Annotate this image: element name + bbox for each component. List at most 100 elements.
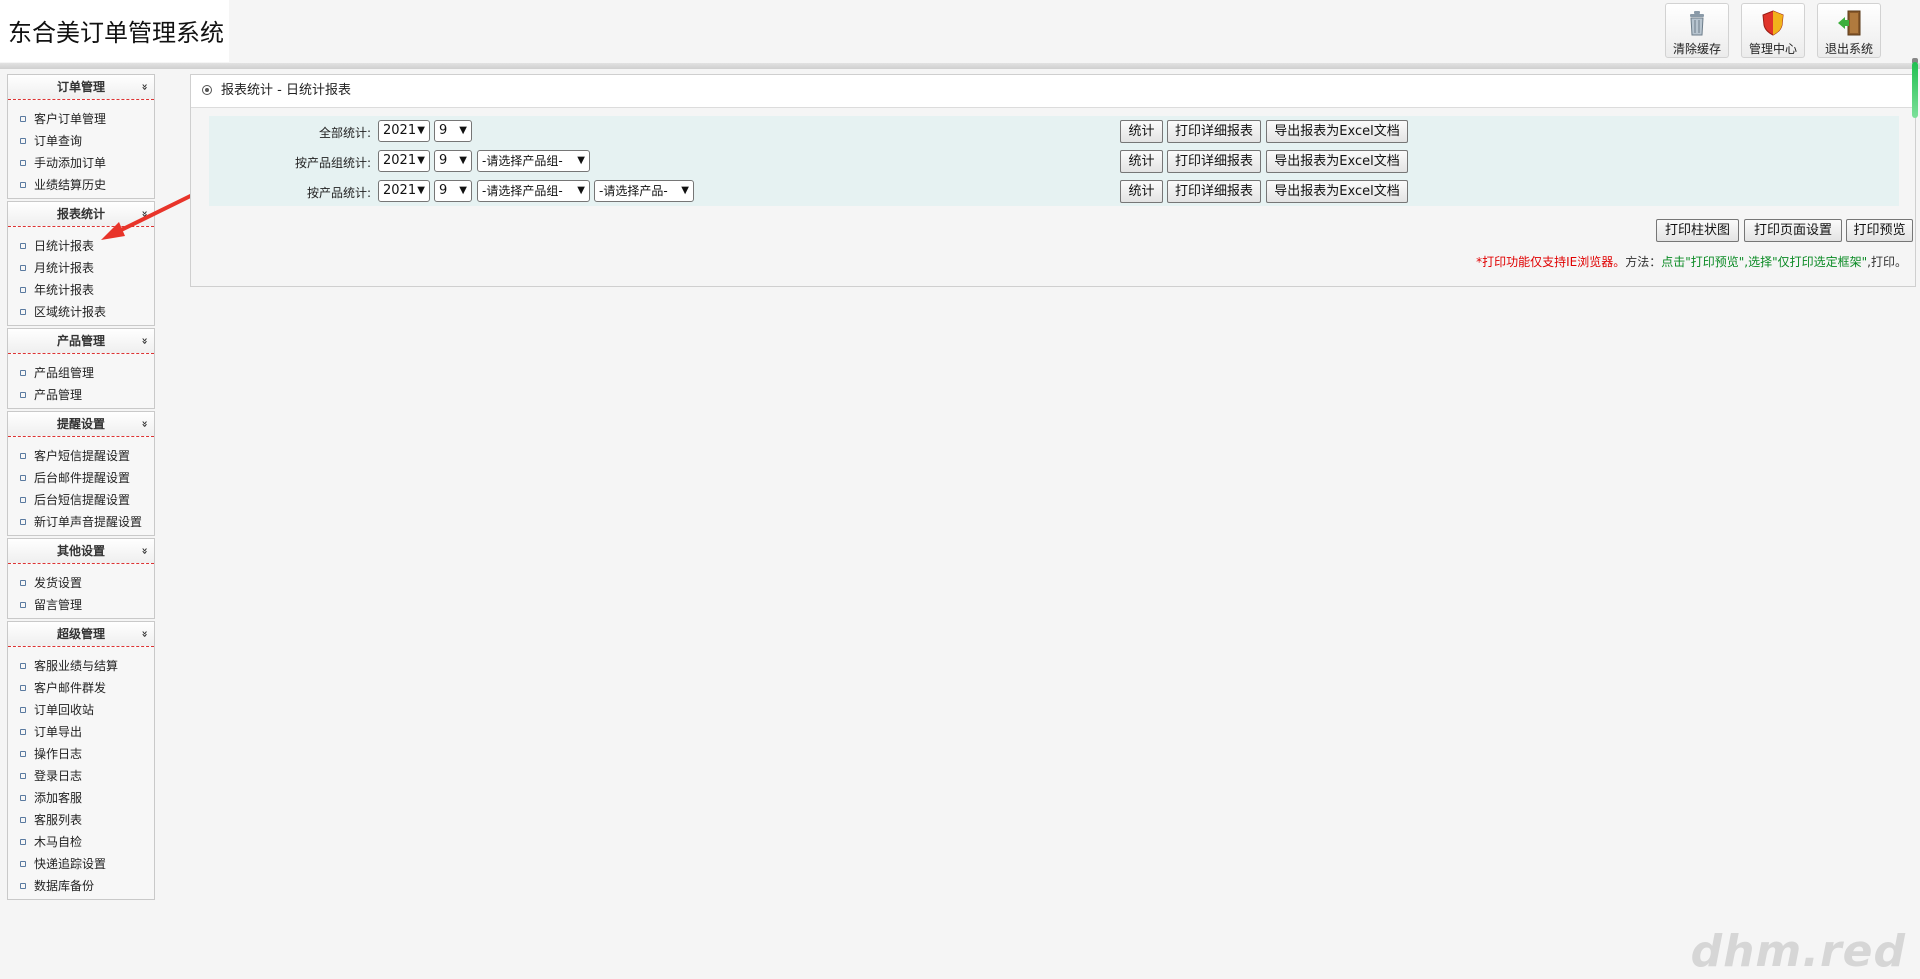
note-instruction: 点击"打印预览",选择"仅打印选定框架" <box>1661 255 1868 269</box>
menu-head-reminders[interactable]: 提醒设置 » <box>8 412 154 437</box>
bullet-icon <box>20 453 26 459</box>
month-select[interactable]: 9 ▼ <box>434 180 472 202</box>
radio-icon <box>202 85 212 95</box>
export-excel-button[interactable]: 导出报表为Excel文档 <box>1266 150 1408 173</box>
menu-group-super-admin: 超级管理 » 客服业绩与结算 客户邮件群发 订单回收站 订单导出 操作日志 登录… <box>7 621 155 900</box>
sidebar-item-login-log[interactable]: 登录日志 <box>8 765 154 787</box>
sidebar-item-sound-reminder[interactable]: 新订单声音提醒设置 <box>8 511 154 533</box>
chevron-down-icon: » <box>138 337 152 345</box>
export-excel-button[interactable]: 导出报表为Excel文档 <box>1266 120 1408 143</box>
print-detail-button[interactable]: 打印详细报表 <box>1167 120 1261 143</box>
sidebar-item-customer-orders[interactable]: 客户订单管理 <box>8 108 154 130</box>
logout-button[interactable]: 退出系统 <box>1817 3 1881 58</box>
chevron-down-icon: » <box>138 83 152 91</box>
sidebar-item-order-query[interactable]: 订单查询 <box>8 130 154 152</box>
menu-head-other[interactable]: 其他设置 » <box>8 539 154 564</box>
row-label: 按产品组统计: <box>294 156 371 170</box>
menu-head-label: 产品管理 <box>56 334 105 348</box>
menu-head-label: 订单管理 <box>56 80 105 94</box>
bullet-icon <box>20 138 26 144</box>
chevron-down-icon: ▼ <box>459 185 467 196</box>
sidebar-item-yearly-report[interactable]: 年统计报表 <box>8 279 154 301</box>
trash-can-icon <box>1690 11 1704 36</box>
sidebar-item-staff-list[interactable]: 客服列表 <box>8 809 154 831</box>
bullet-icon <box>20 663 26 669</box>
scrollbar-thumb[interactable] <box>1912 62 1918 118</box>
sidebar-item-staff-performance[interactable]: 客服业绩与结算 <box>8 655 154 677</box>
panel-title-bar: 报表统计 - 日统计报表 <box>191 75 1915 108</box>
note-method: 方法： <box>1625 255 1662 269</box>
print-detail-button[interactable]: 打印详细报表 <box>1167 180 1261 203</box>
chevron-down-icon: ▼ <box>681 185 689 196</box>
bullet-icon <box>20 116 26 122</box>
chevron-down-icon: ▼ <box>417 125 425 136</box>
bullet-icon <box>20 685 26 691</box>
print-preview-button[interactable]: 打印预览 <box>1846 219 1913 242</box>
sidebar-item-add-staff[interactable]: 添加客服 <box>8 787 154 809</box>
note-end: ,打印。 <box>1867 255 1907 269</box>
bullet-icon <box>20 839 26 845</box>
chevron-down-icon: ▼ <box>577 185 585 196</box>
sidebar-item-products[interactable]: 产品管理 <box>8 384 154 406</box>
year-select[interactable]: 2021 ▼ <box>378 150 430 172</box>
bullet-icon <box>20 287 26 293</box>
bullet-icon <box>20 707 26 713</box>
header: 东合美订单管理系统 清除缓存 管理中心 退出系统 <box>0 0 1920 62</box>
menu-head-label: 其他设置 <box>56 544 105 558</box>
header-divider <box>0 63 1920 69</box>
sidebar-item-monthly-report[interactable]: 月统计报表 <box>8 257 154 279</box>
sidebar-item-email-reminder[interactable]: 后台邮件提醒设置 <box>8 467 154 489</box>
menu-head-super-admin[interactable]: 超级管理 » <box>8 622 154 647</box>
export-excel-button[interactable]: 导出报表为Excel文档 <box>1266 180 1408 203</box>
bullet-icon <box>20 729 26 735</box>
stat-button[interactable]: 统计 <box>1120 120 1163 143</box>
sidebar-item-shipping-settings[interactable]: 发货设置 <box>8 572 154 594</box>
product-group-select[interactable]: -请选择产品组- ▼ <box>477 150 590 172</box>
print-detail-button[interactable]: 打印详细报表 <box>1167 150 1261 173</box>
stat-button[interactable]: 统计 <box>1120 180 1163 203</box>
sidebar-item-sms-reminder[interactable]: 客户短信提醒设置 <box>8 445 154 467</box>
admin-center-button[interactable]: 管理中心 <box>1741 3 1805 58</box>
sidebar-item-order-export[interactable]: 订单导出 <box>8 721 154 743</box>
sidebar-item-add-order[interactable]: 手动添加订单 <box>8 152 154 174</box>
sidebar-item-database-backup[interactable]: 数据库备份 <box>8 875 154 897</box>
bullet-icon <box>20 182 26 188</box>
bullet-icon <box>20 160 26 166</box>
month-select[interactable]: 9 ▼ <box>434 150 472 172</box>
bullet-icon <box>20 370 26 376</box>
sidebar-item-mass-email[interactable]: 客户邮件群发 <box>8 677 154 699</box>
report-panel: 报表统计 - 日统计报表 全部统计: 2021 ▼ 9 ▼ 统计 打印详细报表 导出… <box>190 74 1916 287</box>
menu-head-orders[interactable]: 订单管理 » <box>8 75 154 100</box>
watermark: dhm.red <box>1690 926 1906 977</box>
year-select[interactable]: 2021 ▼ <box>378 180 430 202</box>
sidebar-item-regional-report[interactable]: 区域统计报表 <box>8 301 154 323</box>
page-title: 报表统计 - 日统计报表 <box>221 83 351 98</box>
sidebar-item-tracking-settings[interactable]: 快递追踪设置 <box>8 853 154 875</box>
sidebar-item-operation-log[interactable]: 操作日志 <box>8 743 154 765</box>
bullet-icon <box>20 773 26 779</box>
sidebar-item-trojan-check[interactable]: 木马自检 <box>8 831 154 853</box>
stat-row-product-group: 按产品组统计: 2021 ▼ 9 ▼ -请选择产品组- ▼ 统计 打印详细报表 导出报… <box>209 148 1899 174</box>
bullet-icon <box>20 861 26 867</box>
sidebar-item-messages[interactable]: 留言管理 <box>8 594 154 616</box>
product-group-select[interactable]: -请选择产品组- ▼ <box>477 180 590 202</box>
bullet-icon <box>20 883 26 889</box>
month-select[interactable]: 9 ▼ <box>434 120 472 142</box>
sidebar-item-order-recycle-bin[interactable]: 订单回收站 <box>8 699 154 721</box>
bullet-icon <box>20 817 26 823</box>
product-select[interactable]: -请选择产品- ▼ <box>594 180 694 202</box>
row-label: 按产品统计: <box>306 186 371 200</box>
print-page-setup-button[interactable]: 打印页面设置 <box>1744 219 1842 242</box>
app-title: 东合美订单管理系统 <box>0 0 229 62</box>
admin-center-label: 管理中心 <box>1748 42 1797 56</box>
sidebar-item-admin-sms-reminder[interactable]: 后台短信提醒设置 <box>8 489 154 511</box>
sidebar-item-product-groups[interactable]: 产品组管理 <box>8 362 154 384</box>
stat-button[interactable]: 统计 <box>1120 150 1163 173</box>
chevron-down-icon: ▼ <box>417 185 425 196</box>
stat-row-all: 全部统计: 2021 ▼ 9 ▼ 统计 打印详细报表 导出报表为Excel文档 <box>209 118 1899 144</box>
bullet-icon <box>20 519 26 525</box>
menu-head-products[interactable]: 产品管理 » <box>8 329 154 354</box>
print-bar-chart-button[interactable]: 打印柱状图 <box>1656 219 1739 242</box>
clear-cache-button[interactable]: 清除缓存 <box>1665 3 1729 58</box>
year-select[interactable]: 2021 ▼ <box>378 120 430 142</box>
